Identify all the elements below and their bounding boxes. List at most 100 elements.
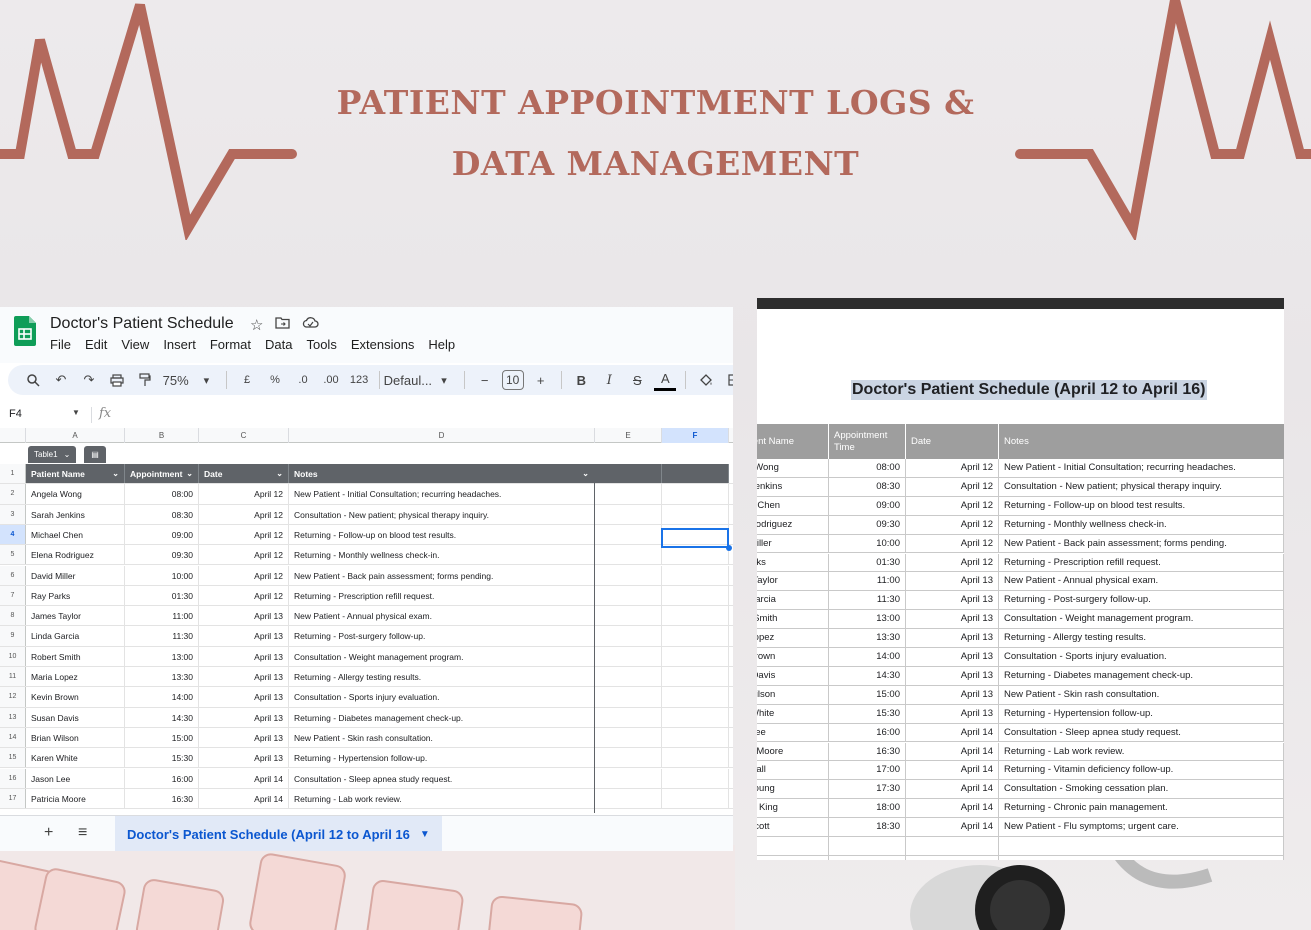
borders-icon[interactable]	[723, 369, 733, 391]
cell-notes[interactable]: Consultation - New patient; physical the…	[289, 504, 595, 524]
cell-date[interactable]: April 13	[199, 606, 289, 626]
cell-empty-e[interactable]	[595, 768, 662, 788]
column-filter-chevron-icon[interactable]: ⌄	[112, 464, 119, 483]
cell-appointment-time[interactable]: 10:00	[125, 565, 199, 585]
cell-empty-e[interactable]	[595, 504, 662, 524]
cell-empty-f[interactable]	[662, 606, 729, 626]
cell-date[interactable]: April 12	[199, 524, 289, 545]
cell-empty-f[interactable]	[662, 707, 729, 727]
paint-format-icon[interactable]	[134, 369, 156, 391]
cell-patient-name[interactable]: Kevin Brown	[26, 687, 125, 707]
search-menus-icon[interactable]	[22, 369, 44, 391]
sheets-logo-icon[interactable]	[14, 316, 36, 346]
font-chevron-icon[interactable]: ▾	[433, 369, 455, 391]
menu-format[interactable]: Format	[210, 337, 251, 352]
cell-empty-f[interactable]	[662, 788, 729, 809]
redo-icon[interactable]: ↷	[78, 369, 100, 391]
document-title[interactable]: Doctor's Patient Schedule	[50, 315, 234, 333]
row-number[interactable]: 6	[0, 565, 26, 585]
font-size-decrease-icon[interactable]: −	[474, 369, 496, 391]
cell-date[interactable]: April 12	[199, 504, 289, 524]
cell-appointment-time[interactable]: 09:00	[125, 524, 199, 545]
table-name-chip[interactable]: Table1 ⌄	[28, 446, 77, 463]
cell-patient-name[interactable]: Ray Parks	[26, 585, 125, 606]
cell-empty-e[interactable]	[595, 667, 662, 687]
cloud-status-icon[interactable]	[302, 316, 320, 334]
cell-empty-e[interactable]	[595, 707, 662, 727]
text-color-button[interactable]: A	[654, 369, 677, 391]
name-box[interactable]: F4	[9, 408, 22, 420]
cell-empty-e[interactable]	[595, 484, 662, 504]
column-header-a[interactable]: A	[26, 428, 125, 443]
cell-date[interactable]: April 13	[199, 646, 289, 666]
decrease-decimal-button[interactable]: .0	[292, 369, 314, 391]
number-format-button[interactable]: 123	[348, 369, 370, 391]
cell-empty-e[interactable]	[595, 524, 662, 545]
cell-empty-e[interactable]	[595, 585, 662, 606]
cell-patient-name[interactable]: Linda Garcia	[26, 626, 125, 646]
row-number[interactable]: 7	[0, 585, 26, 606]
menu-data[interactable]: Data	[265, 337, 292, 352]
row-number[interactable]: 11	[0, 667, 26, 687]
cell-notes[interactable]: New Patient - Back pain assessment; form…	[289, 565, 595, 585]
cell-empty-f[interactable]	[662, 748, 729, 768]
column-header-f[interactable]: F	[662, 428, 729, 443]
cell-empty-f[interactable]	[662, 484, 729, 504]
sheet-tab-active[interactable]: Doctor's Patient Schedule (April 12 to A…	[115, 816, 442, 851]
cell-patient-name[interactable]: David Miller	[26, 565, 125, 585]
font-size-increase-icon[interactable]: +	[530, 369, 552, 391]
menu-view[interactable]: View	[121, 337, 149, 352]
fill-handle[interactable]	[726, 545, 732, 551]
cell-empty-f[interactable]	[662, 585, 729, 606]
name-box-chevron-icon[interactable]: ▼	[72, 408, 80, 417]
cell-empty-e[interactable]	[595, 748, 662, 768]
cell-empty-f[interactable]	[662, 667, 729, 687]
cell-date[interactable]: April 13	[199, 626, 289, 646]
cell-notes[interactable]: Consultation - Sleep apnea study request…	[289, 768, 595, 788]
cell-empty-f[interactable]	[662, 565, 729, 585]
cell-patient-name[interactable]: Elena Rodriguez	[26, 545, 125, 565]
cell-notes[interactable]: New Patient - Skin rash consultation.	[289, 727, 595, 748]
header-cell-notes[interactable]: Notes ⌄	[289, 464, 595, 484]
cell-empty-e[interactable]	[595, 545, 662, 565]
cell-notes[interactable]: New Patient - Initial Consultation; recu…	[289, 484, 595, 504]
column-header-b[interactable]: B	[125, 428, 199, 443]
row-number[interactable]: 3	[0, 504, 26, 524]
cell-empty-e[interactable]	[595, 727, 662, 748]
row-number[interactable]: 2	[0, 484, 26, 504]
cell-empty-f[interactable]	[662, 646, 729, 666]
cell-appointment-time[interactable]: 16:30	[125, 788, 199, 809]
cell-empty-e[interactable]	[595, 606, 662, 626]
cell-empty-e[interactable]	[595, 788, 662, 809]
cell-date[interactable]: April 13	[199, 748, 289, 768]
cell-date[interactable]: April 14	[199, 768, 289, 788]
cell-notes[interactable]: Returning - Follow-up on blood test resu…	[289, 524, 595, 545]
selected-cell-f4[interactable]	[661, 528, 729, 548]
all-sheets-icon[interactable]: ≡	[78, 824, 87, 842]
menu-extensions[interactable]: Extensions	[351, 337, 415, 352]
cell-notes[interactable]: Consultation - Weight management program…	[289, 646, 595, 666]
cell-appointment-time[interactable]: 08:30	[125, 504, 199, 524]
column-header-c[interactable]: C	[199, 428, 289, 443]
select-all-corner[interactable]	[0, 428, 26, 443]
cell-empty-f[interactable]	[662, 504, 729, 524]
add-sheet-icon[interactable]: +	[44, 824, 53, 842]
cell-notes[interactable]: Returning - Allergy testing results.	[289, 667, 595, 687]
cell-patient-name[interactable]: Angela Wong	[26, 484, 125, 504]
row-number[interactable]: 9	[0, 626, 26, 646]
increase-decimal-button[interactable]: .00	[320, 369, 342, 391]
strikethrough-button[interactable]: S	[626, 369, 648, 391]
cell-notes[interactable]: Returning - Diabetes management check-up…	[289, 707, 595, 727]
zoom-select[interactable]: 75%	[162, 369, 189, 391]
font-select[interactable]: Defaul...	[384, 369, 432, 391]
row-number[interactable]: 1	[0, 464, 26, 484]
star-icon[interactable]: ☆	[250, 316, 263, 334]
cell-notes[interactable]: Returning - Lab work review.	[289, 788, 595, 809]
cell-empty-e[interactable]	[595, 646, 662, 666]
menu-file[interactable]: File	[50, 337, 71, 352]
cell-empty-f[interactable]	[662, 687, 729, 707]
menu-help[interactable]: Help	[428, 337, 455, 352]
cell-patient-name[interactable]: Sarah Jenkins	[26, 504, 125, 524]
cell-empty-f[interactable]	[662, 464, 729, 484]
header-cell-date[interactable]: Date ⌄	[199, 464, 289, 484]
